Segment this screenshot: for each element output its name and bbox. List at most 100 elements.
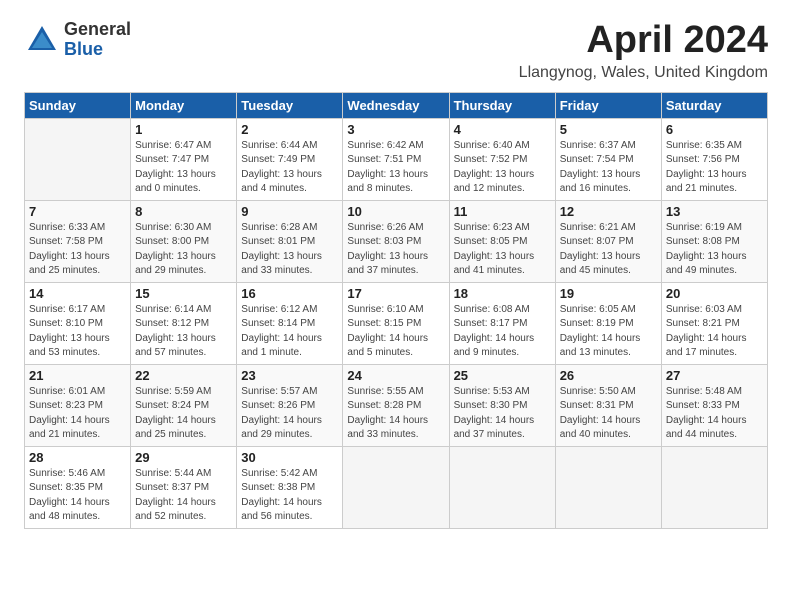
day-number: 29 bbox=[135, 450, 232, 465]
col-saturday: Saturday bbox=[661, 92, 767, 118]
calendar-cell: 16 Sunrise: 6:12 AM Sunset: 8:14 PM Dayli… bbox=[237, 282, 343, 364]
calendar-week-2: 14Sunrise: 6:17 AM Sunset: 8:10 PM Dayli… bbox=[25, 282, 768, 364]
calendar-cell: 29Sunrise: 5:44 AM Sunset: 8:37 PM Dayli… bbox=[131, 446, 237, 528]
day-info: Sunrise: 6:40 AM Sunset: 7:52 PM Dayligh… bbox=[454, 139, 551, 197]
day-info: Sunrise: 6:19 AM Sunset: 8:08 PM Dayligh… bbox=[666, 221, 763, 279]
page: General Blue April 2024 Llangynog, Wales… bbox=[0, 0, 792, 612]
day-number: 7 bbox=[29, 204, 126, 219]
calendar-cell: 15 Sunrise: 6:14 AM Sunset: 8:12 PM Dayli… bbox=[131, 282, 237, 364]
day-info: Sunrise: 6:08 AM Sunset: 8:17 PM Dayligh… bbox=[454, 303, 551, 361]
calendar-cell: 7 Sunrise: 6:33 AM Sunset: 7:58 PM Daylig… bbox=[25, 200, 131, 282]
calendar-cell: 12Sunrise: 6:21 AM Sunset: 8:07 PM Dayli… bbox=[555, 200, 661, 282]
day-number: 22 bbox=[135, 368, 232, 383]
day-number: 25 bbox=[454, 368, 551, 383]
day-number: 3 bbox=[347, 122, 444, 137]
calendar-cell: 21 Sunrise: 6:01 AM Sunset: 8:23 PM Dayli… bbox=[25, 364, 131, 446]
day-number: 8 bbox=[135, 204, 232, 219]
logo-text: General Blue bbox=[64, 20, 131, 60]
calendar-cell bbox=[661, 446, 767, 528]
day-info: Sunrise: 6:05 AM Sunset: 8:19 PM Dayligh… bbox=[560, 303, 657, 361]
calendar-cell: 23 Sunrise: 5:57 AM Sunset: 8:26 PM Dayli… bbox=[237, 364, 343, 446]
day-info: Sunrise: 5:46 AM Sunset: 8:35 PM Dayligh… bbox=[29, 467, 126, 525]
calendar-cell: 4 Sunrise: 6:40 AM Sunset: 7:52 PM Daylig… bbox=[449, 118, 555, 200]
calendar-cell: 19 Sunrise: 6:05 AM Sunset: 8:19 PM Dayli… bbox=[555, 282, 661, 364]
col-thursday: Thursday bbox=[449, 92, 555, 118]
title-block: April 2024 Llangynog, Wales, United King… bbox=[519, 20, 768, 82]
calendar-cell: 9Sunrise: 6:28 AM Sunset: 8:01 PM Daylig… bbox=[237, 200, 343, 282]
calendar-cell bbox=[555, 446, 661, 528]
day-number: 26 bbox=[560, 368, 657, 383]
logo-blue: Blue bbox=[64, 40, 131, 60]
calendar-location: Llangynog, Wales, United Kingdom bbox=[519, 64, 768, 82]
day-number: 30 bbox=[241, 450, 338, 465]
calendar-cell: 5Sunrise: 6:37 AM Sunset: 7:54 PM Daylig… bbox=[555, 118, 661, 200]
day-number: 23 bbox=[241, 368, 338, 383]
day-number: 28 bbox=[29, 450, 126, 465]
day-number: 18 bbox=[454, 286, 551, 301]
day-info: Sunrise: 6:44 AM Sunset: 7:49 PM Dayligh… bbox=[241, 139, 338, 197]
day-number: 6 bbox=[666, 122, 763, 137]
day-info: Sunrise: 5:50 AM Sunset: 8:31 PM Dayligh… bbox=[560, 385, 657, 443]
day-info: Sunrise: 6:35 AM Sunset: 7:56 PM Dayligh… bbox=[666, 139, 763, 197]
calendar-cell bbox=[25, 118, 131, 200]
day-number: 2 bbox=[241, 122, 338, 137]
day-info: Sunrise: 5:55 AM Sunset: 8:28 PM Dayligh… bbox=[347, 385, 444, 443]
day-number: 4 bbox=[454, 122, 551, 137]
day-number: 20 bbox=[666, 286, 763, 301]
calendar-cell: 6 Sunrise: 6:35 AM Sunset: 7:56 PM Daylig… bbox=[661, 118, 767, 200]
day-number: 10 bbox=[347, 204, 444, 219]
col-tuesday: Tuesday bbox=[237, 92, 343, 118]
day-info: Sunrise: 5:42 AM Sunset: 8:38 PM Dayligh… bbox=[241, 467, 338, 525]
logo: General Blue bbox=[24, 20, 131, 60]
calendar-cell bbox=[449, 446, 555, 528]
calendar-cell: 1 Sunrise: 6:47 AM Sunset: 7:47 PM Daylig… bbox=[131, 118, 237, 200]
calendar-cell: 26 Sunrise: 5:50 AM Sunset: 8:31 PM Dayli… bbox=[555, 364, 661, 446]
day-info: Sunrise: 6:01 AM Sunset: 8:23 PM Dayligh… bbox=[29, 385, 126, 443]
calendar-cell: 25Sunrise: 5:53 AM Sunset: 8:30 PM Dayli… bbox=[449, 364, 555, 446]
day-number: 27 bbox=[666, 368, 763, 383]
day-info: Sunrise: 6:30 AM Sunset: 8:00 PM Dayligh… bbox=[135, 221, 232, 279]
day-info: Sunrise: 6:23 AM Sunset: 8:05 PM Dayligh… bbox=[454, 221, 551, 279]
day-info: Sunrise: 6:03 AM Sunset: 8:21 PM Dayligh… bbox=[666, 303, 763, 361]
day-info: Sunrise: 6:14 AM Sunset: 8:12 PM Dayligh… bbox=[135, 303, 232, 361]
calendar-title: April 2024 bbox=[519, 20, 768, 62]
calendar-cell: 20 Sunrise: 6:03 AM Sunset: 8:21 PM Dayli… bbox=[661, 282, 767, 364]
calendar-cell: 27 Sunrise: 5:48 AM Sunset: 8:33 PM Dayli… bbox=[661, 364, 767, 446]
day-number: 16 bbox=[241, 286, 338, 301]
calendar-cell: 11 Sunrise: 6:23 AM Sunset: 8:05 PM Dayli… bbox=[449, 200, 555, 282]
day-info: Sunrise: 6:12 AM Sunset: 8:14 PM Dayligh… bbox=[241, 303, 338, 361]
logo-general: General bbox=[64, 20, 131, 40]
calendar-cell bbox=[343, 446, 449, 528]
day-number: 19 bbox=[560, 286, 657, 301]
col-monday: Monday bbox=[131, 92, 237, 118]
day-info: Sunrise: 5:57 AM Sunset: 8:26 PM Dayligh… bbox=[241, 385, 338, 443]
col-sunday: Sunday bbox=[25, 92, 131, 118]
calendar-week-0: 1 Sunrise: 6:47 AM Sunset: 7:47 PM Daylig… bbox=[25, 118, 768, 200]
day-number: 15 bbox=[135, 286, 232, 301]
day-info: Sunrise: 6:37 AM Sunset: 7:54 PM Dayligh… bbox=[560, 139, 657, 197]
day-info: Sunrise: 5:59 AM Sunset: 8:24 PM Dayligh… bbox=[135, 385, 232, 443]
calendar-cell: 3Sunrise: 6:42 AM Sunset: 7:51 PM Daylig… bbox=[343, 118, 449, 200]
col-wednesday: Wednesday bbox=[343, 92, 449, 118]
calendar-cell: 28 Sunrise: 5:46 AM Sunset: 8:35 PM Dayli… bbox=[25, 446, 131, 528]
day-info: Sunrise: 6:33 AM Sunset: 7:58 PM Dayligh… bbox=[29, 221, 126, 279]
calendar-cell: 17Sunrise: 6:10 AM Sunset: 8:15 PM Dayli… bbox=[343, 282, 449, 364]
day-info: Sunrise: 5:48 AM Sunset: 8:33 PM Dayligh… bbox=[666, 385, 763, 443]
calendar-cell: 10Sunrise: 6:26 AM Sunset: 8:03 PM Dayli… bbox=[343, 200, 449, 282]
day-number: 11 bbox=[454, 204, 551, 219]
calendar-cell: 2 Sunrise: 6:44 AM Sunset: 7:49 PM Daylig… bbox=[237, 118, 343, 200]
day-number: 24 bbox=[347, 368, 444, 383]
day-info: Sunrise: 6:10 AM Sunset: 8:15 PM Dayligh… bbox=[347, 303, 444, 361]
day-number: 1 bbox=[135, 122, 232, 137]
day-info: Sunrise: 6:21 AM Sunset: 8:07 PM Dayligh… bbox=[560, 221, 657, 279]
col-friday: Friday bbox=[555, 92, 661, 118]
calendar-cell: 8 Sunrise: 6:30 AM Sunset: 8:00 PM Daylig… bbox=[131, 200, 237, 282]
calendar-week-3: 21 Sunrise: 6:01 AM Sunset: 8:23 PM Dayli… bbox=[25, 364, 768, 446]
calendar-cell: 22 Sunrise: 5:59 AM Sunset: 8:24 PM Dayli… bbox=[131, 364, 237, 446]
day-number: 21 bbox=[29, 368, 126, 383]
calendar-cell: 14Sunrise: 6:17 AM Sunset: 8:10 PM Dayli… bbox=[25, 282, 131, 364]
day-info: Sunrise: 6:28 AM Sunset: 8:01 PM Dayligh… bbox=[241, 221, 338, 279]
day-number: 14 bbox=[29, 286, 126, 301]
day-info: Sunrise: 6:47 AM Sunset: 7:47 PM Dayligh… bbox=[135, 139, 232, 197]
calendar-cell: 13Sunrise: 6:19 AM Sunset: 8:08 PM Dayli… bbox=[661, 200, 767, 282]
